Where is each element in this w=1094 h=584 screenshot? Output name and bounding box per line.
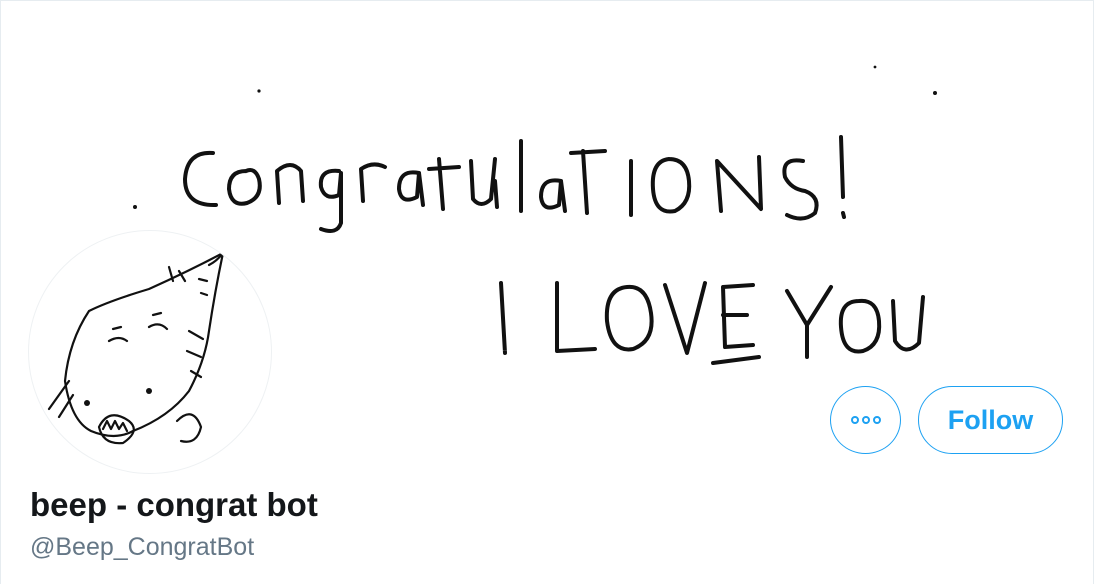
dot [850,416,859,424]
avatar[interactable] [28,230,272,474]
dot [872,416,881,424]
user-handle: @Beep_CongratBot [30,533,255,561]
banner-line2: I LOVE YOU [501,350,507,352]
display-name: beep - congrat bot [30,486,318,523]
more-options-button[interactable] [830,386,901,454]
more-horizontal-icon [850,416,881,424]
follow-button[interactable]: Follow [918,386,1063,454]
creature-drawing [47,251,225,445]
banner-line1: Congratulations! [201,211,210,214]
dot [861,416,870,424]
